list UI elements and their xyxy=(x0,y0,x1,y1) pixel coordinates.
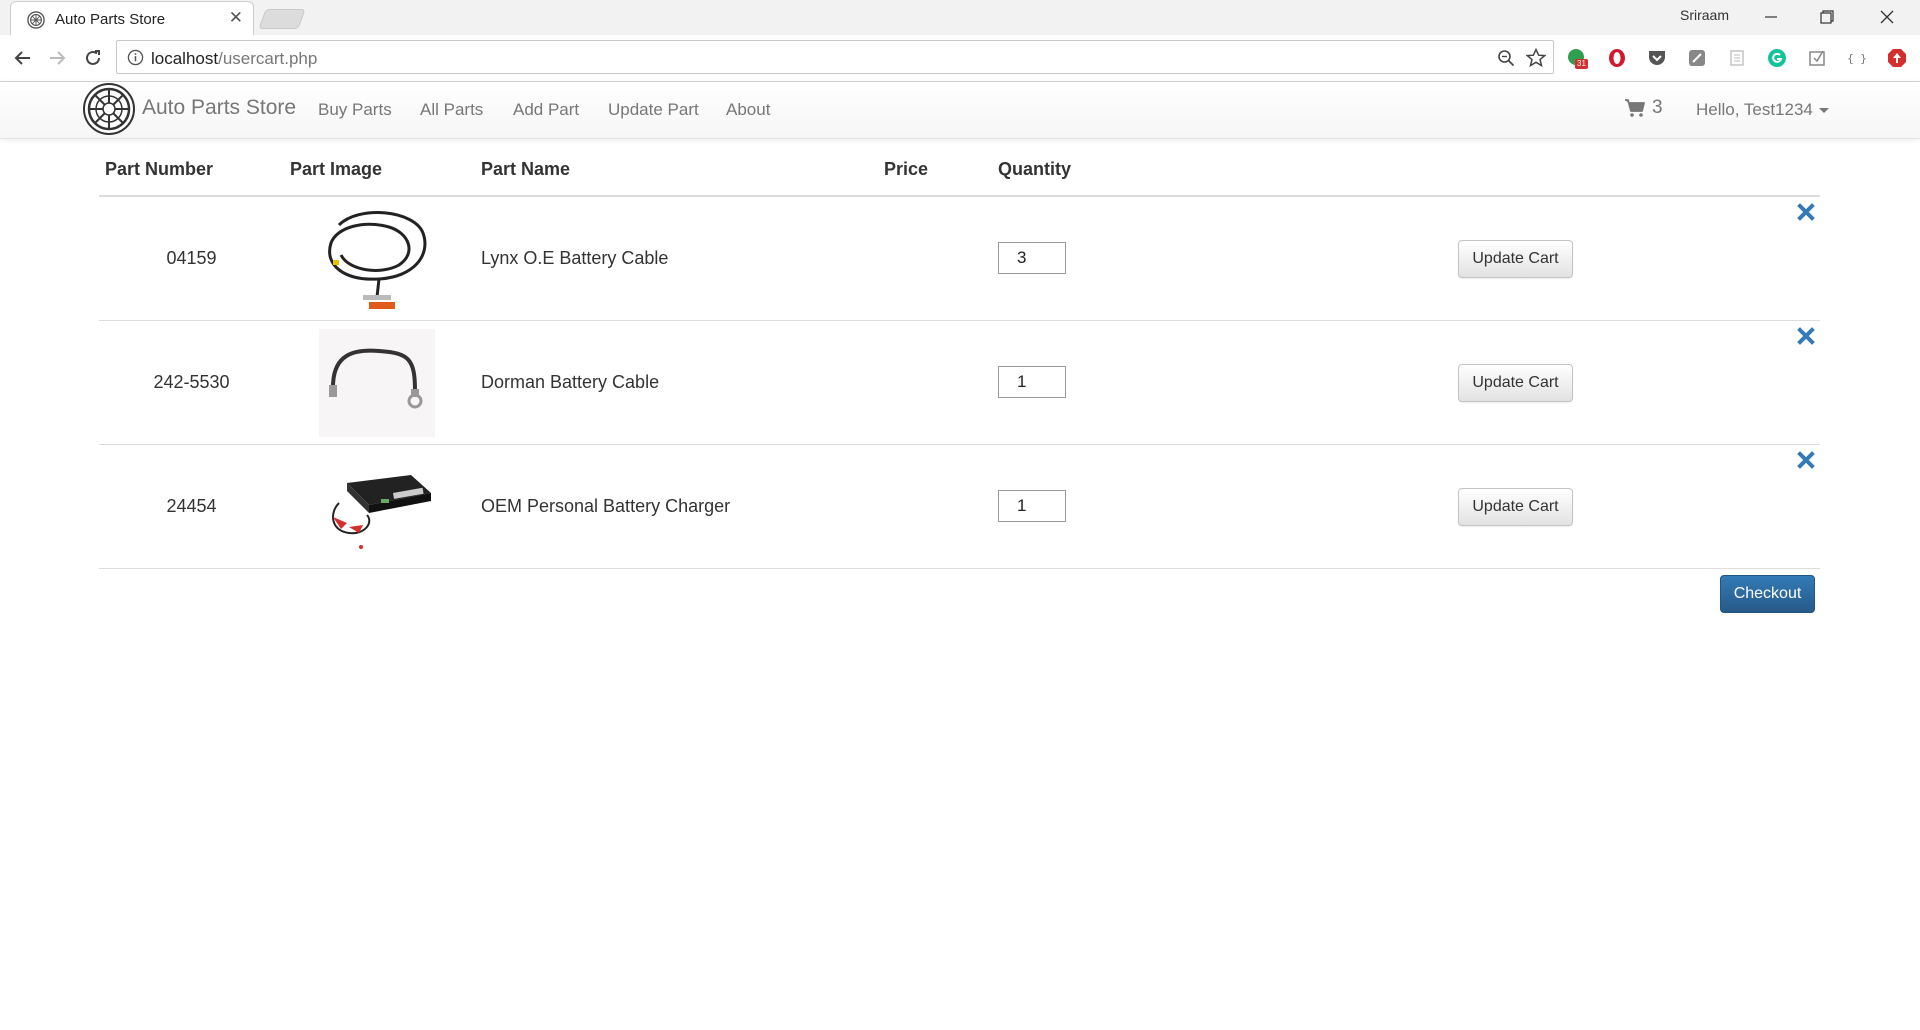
adblock-icon[interactable] xyxy=(1886,47,1908,69)
browser-tab[interactable]: Auto Parts Store ✕ xyxy=(10,1,254,35)
site-navbar: Auto Parts Store Buy Parts All Parts Add… xyxy=(0,82,1920,139)
save-extension-icon[interactable] xyxy=(1806,47,1828,69)
close-window-icon[interactable] xyxy=(1864,2,1910,32)
url-path: /usercart.php xyxy=(218,49,318,68)
reload-icon[interactable] xyxy=(80,45,106,71)
table-row: 24454 OEM Personal Battery Charger $89.9… xyxy=(99,445,1820,569)
bookmark-star-icon[interactable] xyxy=(1525,47,1547,69)
wheel-logo-icon[interactable] xyxy=(82,82,136,136)
profile-name[interactable]: Sriraam xyxy=(1680,7,1729,23)
wheel-favicon-icon xyxy=(27,11,45,29)
extension-badge: 31 xyxy=(1577,59,1586,68)
shopping-cart-icon xyxy=(1625,99,1645,117)
remove-item-icon[interactable] xyxy=(1797,203,1815,221)
opera-icon[interactable] xyxy=(1606,47,1628,69)
battery-cable-image xyxy=(319,205,435,313)
header-part-name: Part Name xyxy=(481,159,571,179)
header-part-image: Part Image xyxy=(290,159,383,179)
address-bar[interactable]: localhost/usercart.php xyxy=(116,40,1554,74)
battery-charger-image xyxy=(319,453,435,561)
caret-down-icon xyxy=(1818,108,1829,114)
user-menu[interactable]: Hello, Test1234 xyxy=(1696,100,1829,120)
part-number: 24454 xyxy=(166,496,217,516)
nav-update-part[interactable]: Update Part xyxy=(608,100,699,120)
table-row: 242-5530 Dorman Battery Cable $118.99 Up… xyxy=(99,321,1820,445)
part-name: OEM Personal Battery Charger xyxy=(481,496,731,516)
part-number: 242-5530 xyxy=(153,372,230,392)
remove-item-icon[interactable] xyxy=(1797,451,1815,469)
nav-all-parts[interactable]: All Parts xyxy=(420,100,483,120)
info-icon[interactable] xyxy=(127,49,144,66)
table-row: 04159 Lynx O.E Battery Cable $71.97 Upda… xyxy=(99,197,1820,321)
quantity-input[interactable] xyxy=(998,242,1066,274)
forward-icon[interactable] xyxy=(44,45,70,71)
minimize-icon[interactable] xyxy=(1748,2,1794,32)
quantity-input[interactable] xyxy=(998,490,1066,522)
update-cart-button[interactable]: Update Cart xyxy=(1458,364,1573,402)
back-icon[interactable] xyxy=(10,45,36,71)
pocket-icon[interactable] xyxy=(1646,47,1668,69)
part-name: Lynx O.E Battery Cable xyxy=(481,248,669,268)
part-number: 04159 xyxy=(166,248,217,268)
url-host: localhost xyxy=(151,49,219,68)
user-greeting: Hello, Test1234 xyxy=(1696,100,1813,119)
tab-close-icon[interactable]: ✕ xyxy=(229,8,243,28)
url-text: localhost/usercart.php xyxy=(151,49,317,69)
quantity-input[interactable] xyxy=(998,366,1066,398)
cart-link[interactable]: 3 xyxy=(1624,97,1663,119)
extension-counter-icon[interactable]: 31 xyxy=(1566,47,1588,69)
header-price: Price xyxy=(884,159,929,179)
nav-add-part[interactable]: Add Part xyxy=(513,100,579,120)
extension-grey-icon[interactable] xyxy=(1686,47,1708,69)
tab-title: Auto Parts Store xyxy=(55,11,166,28)
part-name: Dorman Battery Cable xyxy=(481,372,660,392)
document-extension-icon[interactable] xyxy=(1726,47,1748,69)
zoom-icon[interactable] xyxy=(1495,47,1517,69)
cart-count: 3 xyxy=(1652,97,1663,118)
brand-name[interactable]: Auto Parts Store xyxy=(142,96,296,120)
browser-tabstrip: Auto Parts Store ✕ Sriraam xyxy=(0,0,1920,35)
grammarly-icon[interactable] xyxy=(1766,47,1788,69)
header-quantity: Quantity xyxy=(998,159,1072,179)
update-cart-button[interactable]: Update Cart xyxy=(1458,488,1573,526)
header-part-number: Part Number xyxy=(105,159,214,179)
nav-about[interactable]: About xyxy=(726,100,770,120)
remove-item-icon[interactable] xyxy=(1797,327,1815,345)
nav-buy-parts[interactable]: Buy Parts xyxy=(318,100,392,120)
new-tab-button[interactable] xyxy=(258,9,306,29)
json-extension-icon[interactable]: { } xyxy=(1846,47,1868,69)
browser-toolbar: localhost/usercart.php 31 { } xyxy=(0,35,1920,82)
restore-icon[interactable] xyxy=(1804,2,1850,32)
battery-cable-image xyxy=(319,329,435,437)
checkout-button[interactable]: Checkout xyxy=(1720,575,1815,613)
update-cart-button[interactable]: Update Cart xyxy=(1458,240,1573,278)
